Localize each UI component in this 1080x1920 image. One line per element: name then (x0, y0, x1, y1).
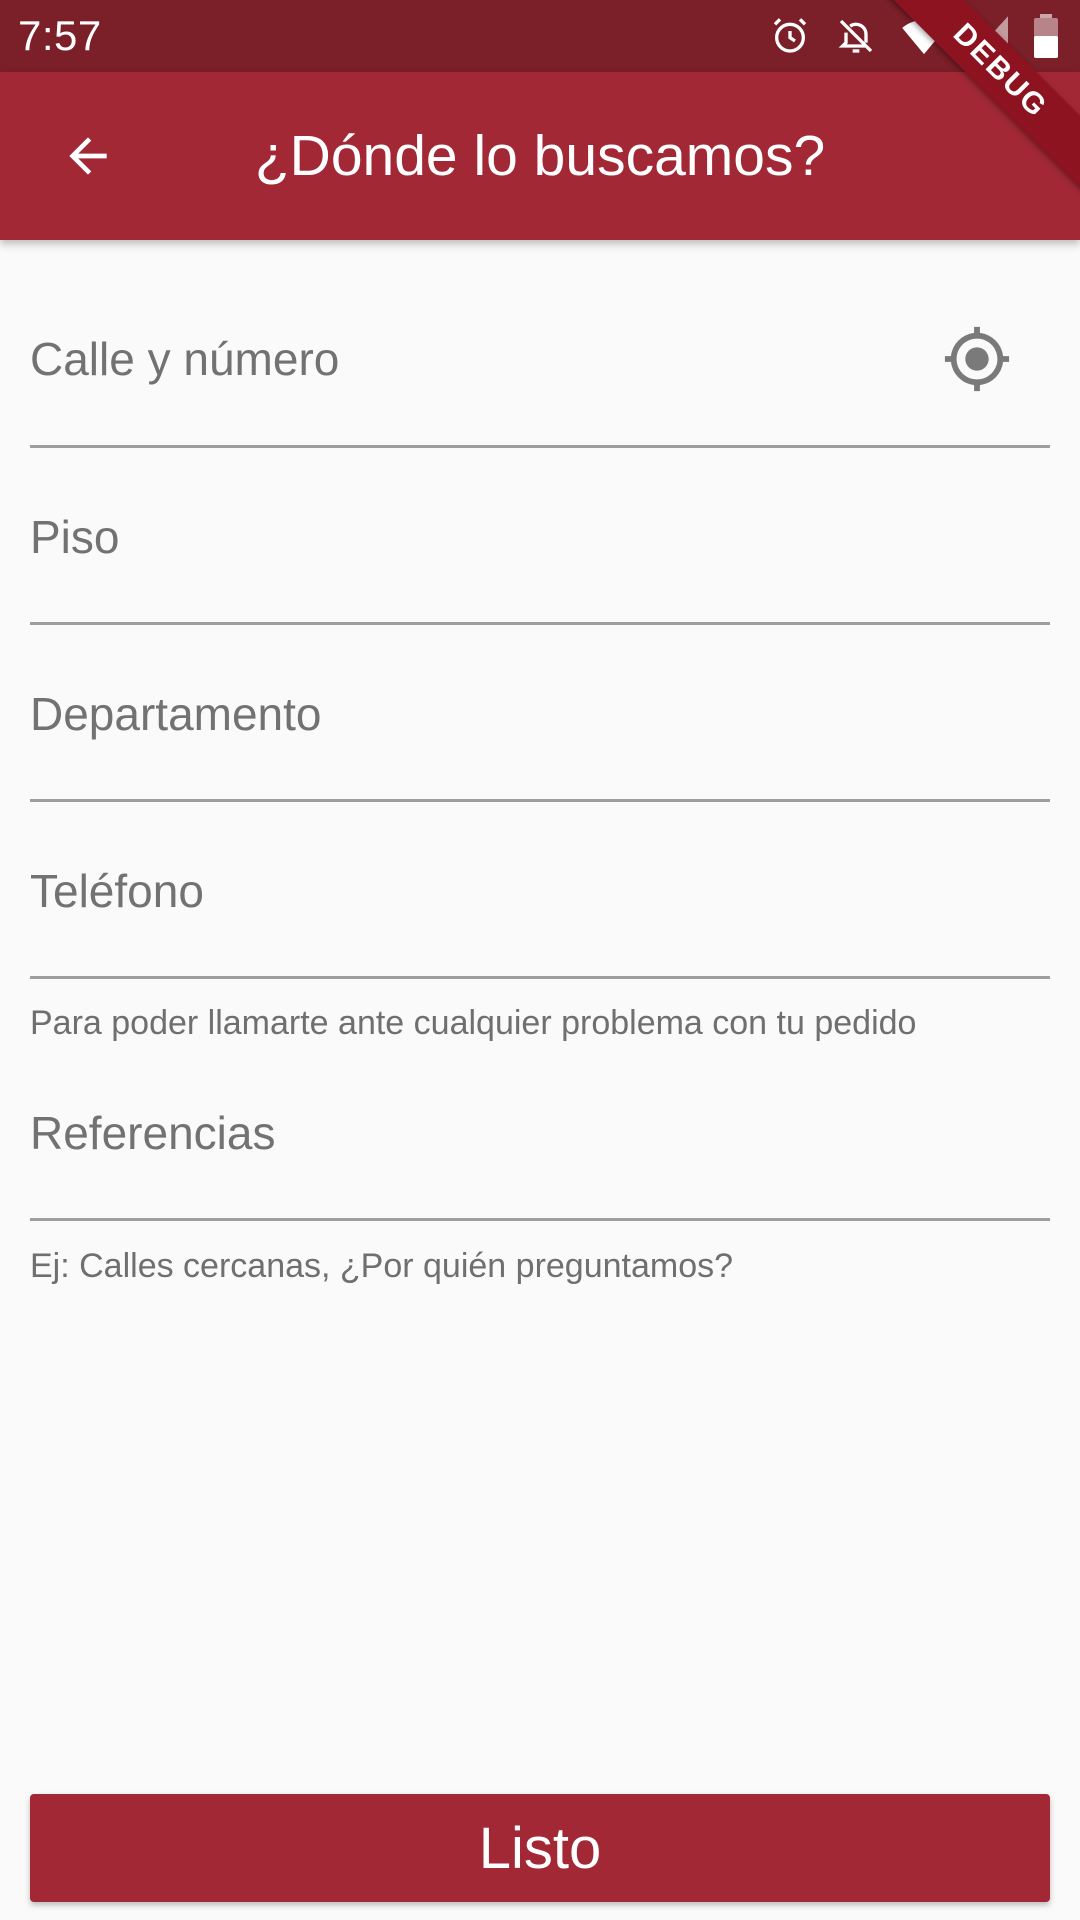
references-label: Referencias (30, 1107, 276, 1159)
references-helper-text: Ej: Calles cercanas, ¿Por quién pregunta… (30, 1247, 734, 1285)
references-underline (30, 1218, 1050, 1221)
page-title: ¿Dónde lo buscamos? (254, 124, 826, 188)
street-input[interactable] (30, 390, 1050, 430)
references-input[interactable] (30, 1162, 1050, 1202)
app-bar: ¿Dónde lo buscamos? (0, 72, 1080, 240)
floor-underline (30, 622, 1050, 625)
status-time: 7:57 (18, 12, 102, 59)
apartment-field[interactable]: Departamento (30, 647, 1050, 807)
my-location-icon (944, 326, 1010, 392)
references-field[interactable]: Referencias (30, 1068, 1050, 1228)
floor-label: Piso (30, 511, 120, 563)
phone-input[interactable] (30, 920, 1050, 960)
street-underline (30, 445, 1050, 448)
street-field[interactable]: Calle y número (30, 290, 1050, 450)
notifications-off-icon (838, 19, 873, 53)
phone-helper-text: Para poder llamarte ante cualquier probl… (30, 1004, 917, 1042)
my-location-button[interactable] (940, 322, 1014, 396)
done-button[interactable]: Listo (30, 1794, 1050, 1902)
street-label: Calle y número (30, 333, 340, 385)
phone-label: Teléfono (30, 865, 204, 917)
alarm-icon (773, 18, 807, 53)
apartment-label: Departamento (30, 688, 322, 740)
screen: 7:57 ¿Dónde lo buscamos? DEBUG Calle y n… (0, 0, 1080, 1920)
floor-field[interactable]: Piso (30, 470, 1050, 630)
phone-field[interactable]: Teléfono (30, 824, 1050, 984)
floor-input[interactable] (30, 566, 1050, 606)
apartment-input[interactable] (30, 743, 1050, 783)
apartment-underline (30, 799, 1050, 802)
phone-underline (30, 976, 1050, 979)
battery-icon (1034, 14, 1058, 58)
